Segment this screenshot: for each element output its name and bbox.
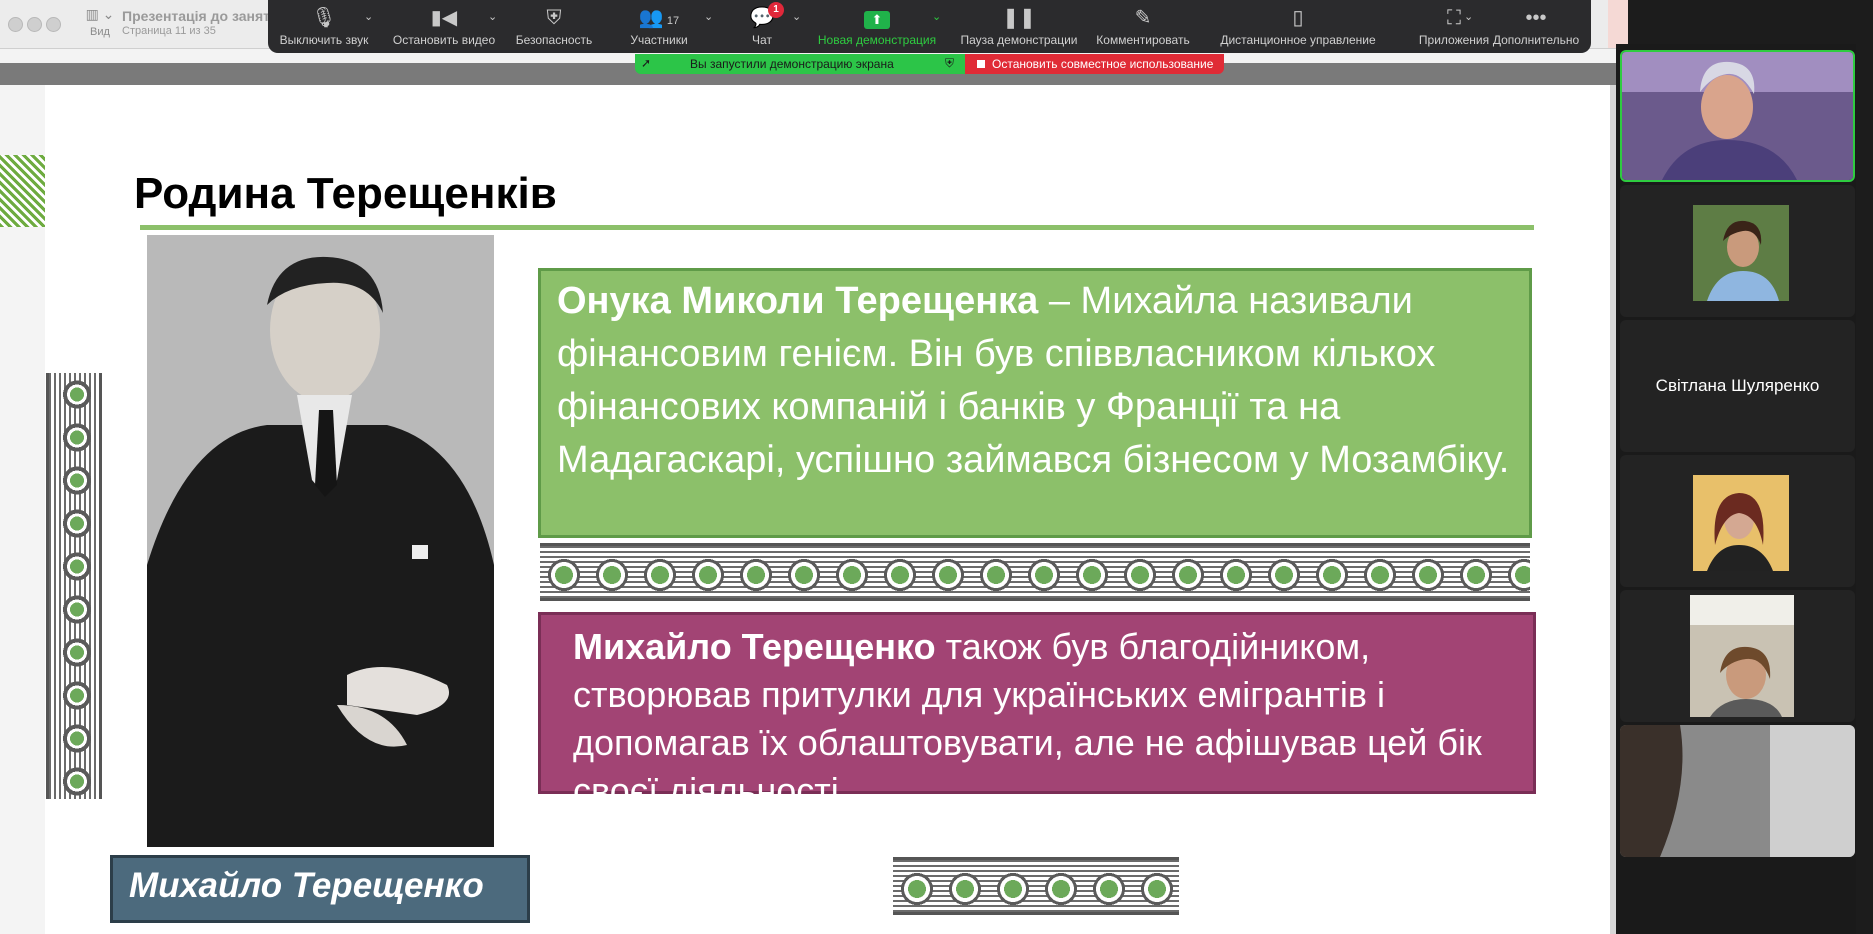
stop-share-button[interactable]: Остановить совместное использование: [965, 54, 1224, 74]
pencil-icon: ✎: [1134, 7, 1152, 29]
corner-ornament: [0, 155, 45, 227]
stop-video-label: Остановить видео: [392, 33, 496, 47]
green-text-box: Онука Миколи Терещенка – Михайла називал…: [538, 268, 1532, 538]
new-share-button[interactable]: ⬆ Новая демонстрация: [814, 3, 940, 51]
green-paragraph: Онука Миколи Терещенка – Михайла називал…: [557, 275, 1517, 487]
audio-options-caret[interactable]: ⌄: [364, 10, 373, 23]
chat-options-caret[interactable]: ⌄: [792, 10, 801, 23]
participant-avatar: [1690, 595, 1794, 717]
participants-icon: 👥 17: [638, 7, 680, 29]
meeting-toolbar: 🎙 Выключить звук ⌄ ▮◀ Остановить видео ⌄…: [268, 0, 1591, 53]
video-tile-5[interactable]: [1620, 590, 1855, 722]
mouse-icon: ▯: [1292, 7, 1304, 29]
mute-label: Выключить звук: [279, 33, 369, 47]
share-options-caret[interactable]: ⌄: [932, 10, 941, 23]
video-camera-icon: ▮◀: [430, 7, 458, 29]
sidebar-icon: ▥ ⌄: [85, 6, 115, 22]
embroidery-ornament-small: [893, 857, 1179, 915]
pause-icon: ❚❚: [1002, 7, 1036, 29]
speaker-video: [1622, 52, 1853, 180]
caption-text: Михайло Терещенко: [129, 866, 484, 905]
video-tile-2[interactable]: [1620, 185, 1855, 317]
stop-video-button[interactable]: ▮◀ Остановить видео: [388, 3, 500, 51]
view-button[interactable]: ▥ ⌄ Вид: [80, 6, 120, 38]
chat-unread-badge: 1: [768, 2, 784, 18]
annotate-label: Комментировать: [1096, 33, 1190, 47]
purple-bold-text: Михайло Терещенко: [573, 626, 936, 667]
participant-avatar: [1693, 205, 1789, 301]
video-tile-6[interactable]: [1620, 725, 1855, 857]
security-button[interactable]: ⛨ Безопасность: [512, 3, 596, 51]
video-tile-4[interactable]: [1620, 455, 1855, 587]
annotate-button[interactable]: ✎ Комментировать: [1094, 3, 1192, 51]
participants-video-panel: Світлана Шуляренко: [1616, 44, 1856, 934]
purple-text-box: Михайло Терещенко також був благодійнико…: [538, 612, 1536, 811]
shield-check-icon: ⛨: [945, 56, 955, 70]
photo-caption: Михайло Терещенко: [110, 855, 530, 923]
page-indicator: Страница 11 из 35: [122, 25, 216, 37]
embroidery-ornament-vertical: [46, 373, 102, 799]
document-title: Презентація до занят: [122, 8, 270, 24]
video-tile-speaker[interactable]: [1620, 50, 1855, 182]
purple-paragraph: Михайло Терещенко також був благодійнико…: [573, 623, 1513, 815]
share-screen-icon: ⬆: [814, 3, 940, 33]
participants-count: 17: [666, 15, 680, 27]
participants-options-caret[interactable]: ⌄: [704, 10, 713, 23]
apps-options-caret[interactable]: ⌄: [1464, 10, 1473, 23]
green-bold-text: Онука Миколи Терещенка: [557, 280, 1039, 322]
stop-icon: [977, 60, 985, 68]
chat-label: Чат: [752, 33, 772, 47]
embroidery-ornament-horizontal: [540, 543, 1530, 601]
microphone-icon: 🎙: [311, 7, 337, 29]
apps-button[interactable]: ⛶ Приложения: [1418, 3, 1490, 51]
participant-name: Світлана Шуляренко: [1655, 376, 1820, 395]
close-window-button[interactable]: [8, 17, 23, 32]
stop-share-label: Остановить совместное использование: [992, 57, 1214, 71]
remote-control-button[interactable]: ▯ Дистанционное управление: [1214, 3, 1382, 51]
remote-control-label: Дистанционное управление: [1220, 33, 1376, 47]
title-underline: [140, 225, 1534, 230]
minimize-window-button[interactable]: [27, 17, 42, 32]
portrait-photo: [147, 235, 494, 847]
zoom-window-button[interactable]: [46, 17, 61, 32]
shield-icon: ⛨: [546, 7, 562, 29]
more-button[interactable]: ••• Дополнительно: [1488, 3, 1584, 51]
share-status-bar: ➚ Вы запустили демонстрацию экрана ⛨ Ост…: [635, 54, 1224, 74]
more-label: Дополнительно: [1492, 33, 1580, 47]
participants-button[interactable]: 👥 17 Участники: [624, 3, 694, 51]
video-options-caret[interactable]: ⌄: [488, 10, 497, 23]
view-label: Вид: [90, 26, 110, 38]
participant-video: [1620, 725, 1855, 857]
ellipsis-icon: •••: [1525, 7, 1547, 29]
participants-label: Участники: [630, 33, 688, 47]
security-label: Безопасность: [515, 33, 593, 47]
window-edge: [1608, 0, 1628, 48]
mute-button[interactable]: 🎙 Выключить звук: [276, 3, 372, 51]
move-arrow-icon: ➚: [641, 56, 652, 70]
new-share-label: Новая демонстрация: [817, 33, 937, 47]
apps-icon: ⛶: [1447, 7, 1461, 29]
pause-share-button[interactable]: ❚❚ Пауза демонстрации: [956, 3, 1082, 51]
share-status[interactable]: ➚ Вы запустили демонстрацию экрана ⛨: [635, 54, 965, 74]
apps-label: Приложения: [1418, 33, 1490, 47]
share-status-text: Вы запустили демонстрацию экрана: [690, 57, 894, 71]
slide-title: Родина Терещенків: [134, 169, 557, 218]
pause-share-label: Пауза демонстрации: [960, 33, 1078, 47]
slide: Родина Терещенків Михайло Терещенко Онук…: [0, 85, 1610, 934]
video-tile-name-only[interactable]: Світлана Шуляренко: [1620, 320, 1855, 452]
participant-avatar: [1693, 475, 1789, 571]
